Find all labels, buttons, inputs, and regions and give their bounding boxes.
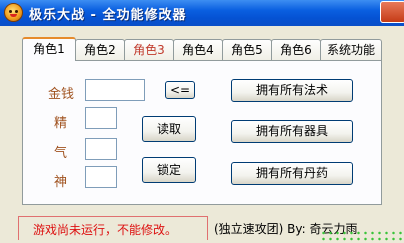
tab-role1[interactable]: 角色1 [22,37,76,61]
qi-label: 气 [54,146,68,161]
title-bar[interactable]: 极乐大战 - 全功能修改器 [0,0,404,26]
lock-button[interactable]: 锁定 [142,157,196,183]
status-message: 游戏尚未运行，不能修改。 [18,216,208,240]
essence-field[interactable] [85,107,117,129]
spirit-label: 神 [54,175,68,190]
window-title: 极乐大战 - 全功能修改器 [29,8,187,23]
read-button[interactable]: 读取 [142,116,196,142]
tab-role4[interactable]: 角色4 [173,39,223,60]
all-spells-button[interactable]: 拥有所有法术 [231,79,353,102]
essence-label: 精 [54,116,68,131]
role-panel: 金钱 <= 精 气 神 读取 锁定 拥有所有法术 拥有所有器具 拥有所有丹药 [22,60,382,205]
money-field[interactable] [85,79,145,101]
all-equipment-button[interactable]: 拥有所有器具 [231,120,353,143]
cartoon-face-icon [4,3,23,22]
money-label: 金钱 [48,87,75,102]
tab-system[interactable]: 系统功能 [320,39,382,60]
tab-role2[interactable]: 角色2 [75,39,125,60]
close-button[interactable] [380,1,404,23]
arrow-button[interactable]: <= [165,81,195,99]
spirit-field[interactable] [85,166,117,188]
all-pills-button[interactable]: 拥有所有丹药 [231,162,353,185]
tab-role3[interactable]: 角色3 [124,39,174,60]
qi-field[interactable] [85,138,117,160]
tab-role6[interactable]: 角色6 [271,39,321,60]
decorative-dots [320,230,404,243]
tab-role5[interactable]: 角色5 [222,39,272,60]
